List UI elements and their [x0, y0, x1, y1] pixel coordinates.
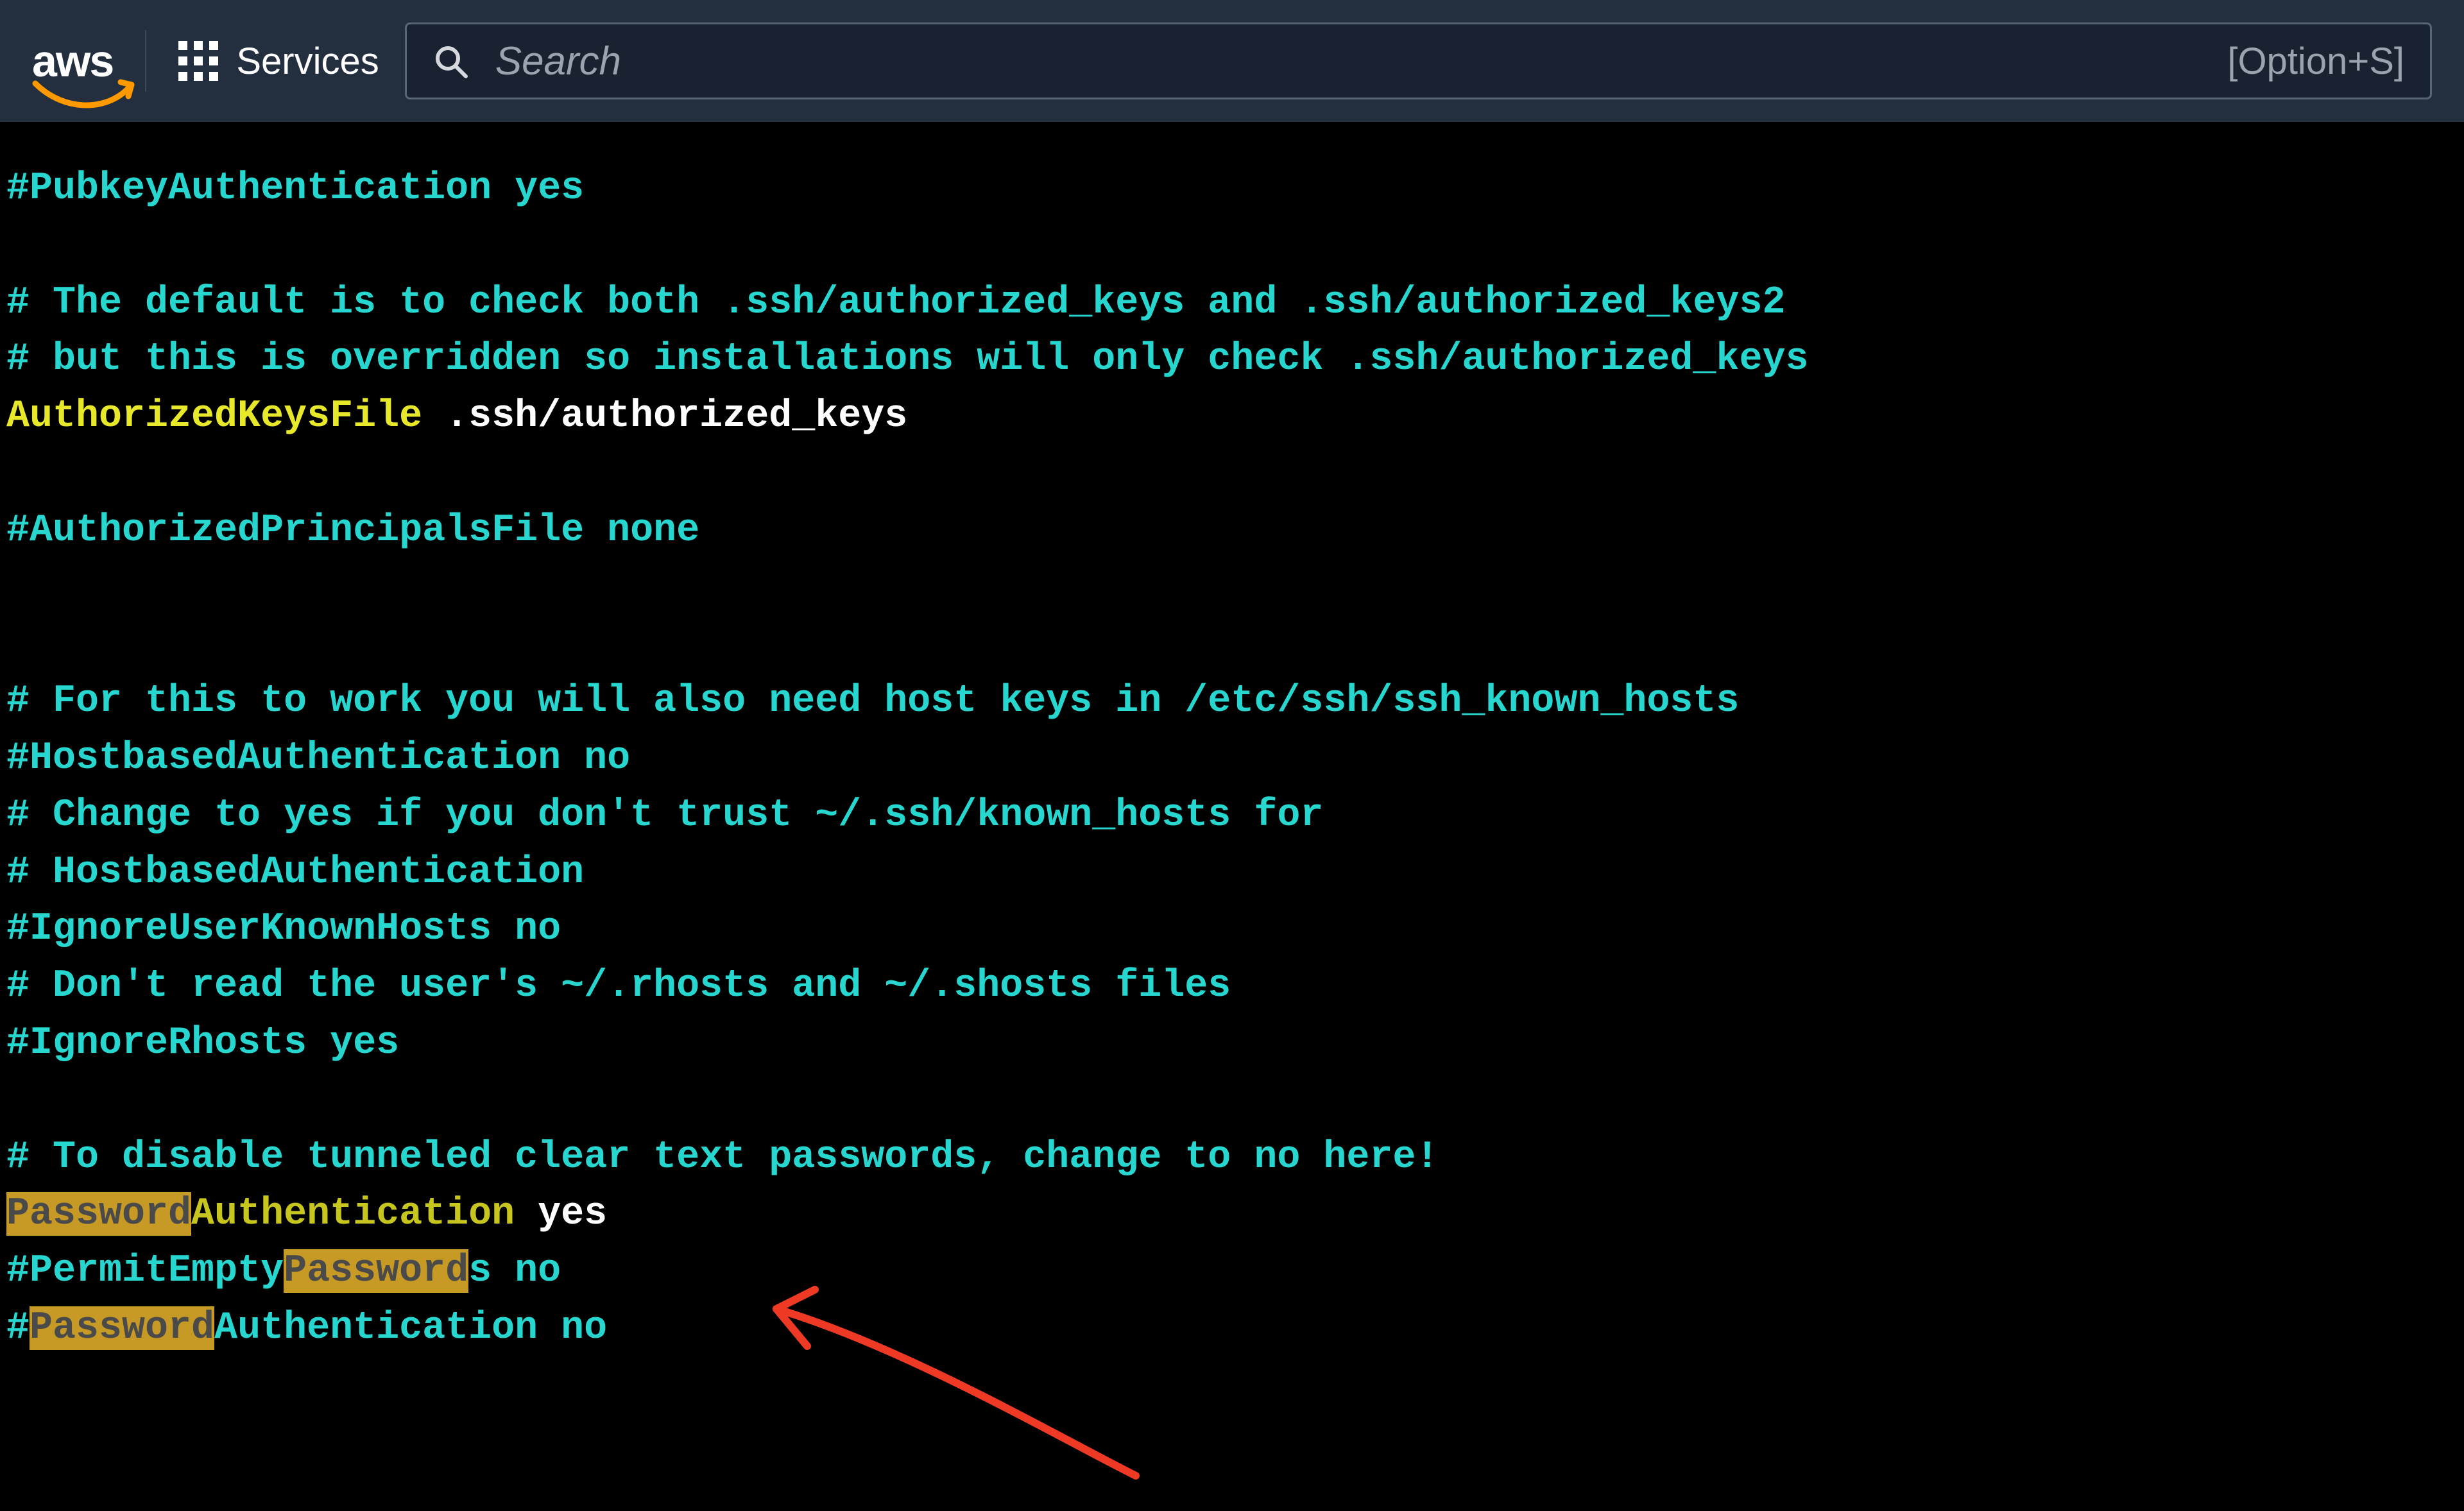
config-file-content: #PubkeyAuthentication yes # The default …: [6, 160, 2458, 1357]
search-icon: [432, 43, 468, 79]
config-value: .ssh/authorized_keys: [422, 395, 907, 438]
search-kbd-hint: [Option+S]: [2227, 40, 2404, 83]
apps-grid-icon: [178, 41, 218, 81]
search-highlight: Password: [6, 1192, 191, 1236]
aws-navbar: aws Services [Option+S]: [0, 0, 2464, 122]
config-line: # Don't read the user's ~/.rhosts and ~/…: [6, 964, 1231, 1008]
config-line: Authentication: [214, 1306, 538, 1350]
navbar-divider: [145, 30, 146, 92]
config-line: PermitEmpty: [30, 1249, 284, 1293]
config-value: yes: [515, 1192, 607, 1236]
config-value: no: [492, 1249, 561, 1293]
config-line: # Change to yes if you don't trust ~/.ss…: [6, 794, 1323, 837]
config-line: # HostbasedAuthentication: [6, 851, 584, 894]
aws-logo[interactable]: aws: [32, 38, 113, 83]
search-highlight: Password: [284, 1249, 468, 1293]
config-line: #: [6, 1306, 30, 1350]
global-search[interactable]: [Option+S]: [405, 22, 2432, 99]
config-key: AuthorizedKeysFile: [6, 395, 422, 438]
search-input[interactable]: [494, 38, 2202, 85]
search-highlight: Password: [30, 1306, 214, 1350]
config-line: # To disable tunneled clear text passwor…: [6, 1136, 1439, 1179]
config-line: #IgnoreRhosts yes: [6, 1021, 399, 1065]
config-line: #HostbasedAuthentication no: [6, 737, 630, 780]
config-line: #: [6, 1249, 30, 1293]
terminal-editor[interactable]: #PubkeyAuthentication yes # The default …: [0, 122, 2464, 1357]
config-line: #IgnoreUserKnownHosts no: [6, 907, 561, 951]
config-value: no: [538, 1306, 607, 1350]
config-line: #PubkeyAuthentication yes: [6, 167, 584, 210]
services-menu[interactable]: Services: [178, 40, 379, 83]
config-line: s: [468, 1249, 492, 1293]
config-line: # The default is to check both .ssh/auth…: [6, 281, 1785, 325]
aws-smile-icon: [32, 77, 141, 115]
services-label: Services: [236, 40, 379, 83]
config-line: # but this is overridden so installation…: [6, 337, 1808, 381]
config-line: #AuthorizedPrincipalsFile none: [6, 509, 699, 552]
config-line: # For this to work you will also need ho…: [6, 679, 1739, 723]
config-key: Authentication: [191, 1192, 515, 1236]
